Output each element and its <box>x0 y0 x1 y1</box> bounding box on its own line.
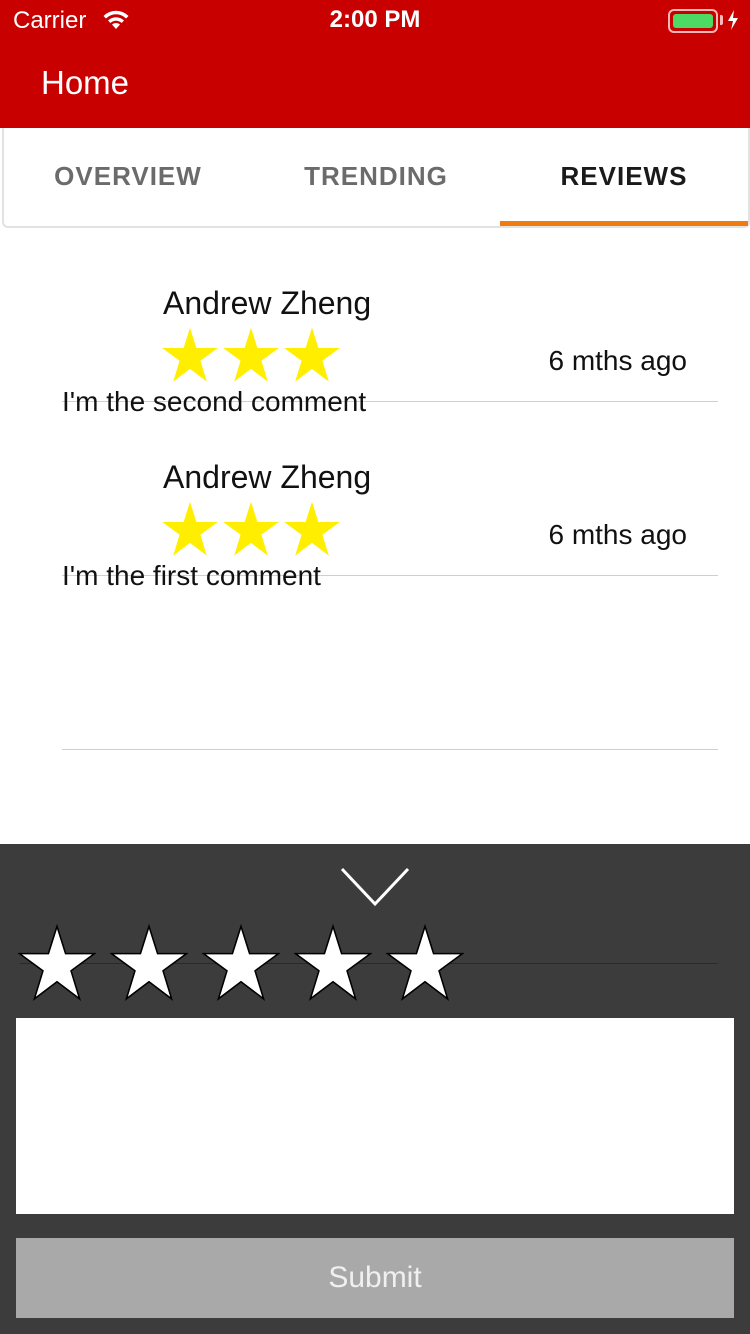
charging-bolt-icon <box>726 9 740 36</box>
review-time: 6 mths ago <box>548 519 687 550</box>
star-filled-icon <box>161 500 219 563</box>
star-filled-icon <box>161 326 219 389</box>
star-filled-icon <box>283 500 341 563</box>
review-rating <box>161 500 341 563</box>
tab-trending[interactable]: TRENDING <box>252 128 500 224</box>
star-filled-icon <box>222 326 280 389</box>
rating-star-icon[interactable] <box>293 923 373 1007</box>
status-time: 2:00 PM <box>329 6 421 33</box>
submit-button[interactable]: Submit <box>16 1238 734 1318</box>
comment-input[interactable] <box>16 1018 734 1214</box>
review-author: Andrew Zheng <box>163 459 372 495</box>
rating-input <box>17 923 465 1007</box>
review-item-empty <box>62 576 718 750</box>
battery-cap <box>720 15 723 25</box>
tab-overview[interactable]: OVERVIEW <box>4 128 252 224</box>
review-composer: Submit <box>0 844 750 1334</box>
rating-star-icon[interactable] <box>385 923 465 1007</box>
review-item: Andrew Zheng 6 mths ago I'm the first co… <box>62 402 718 591</box>
star-filled-icon <box>222 500 280 563</box>
review-author: Andrew Zheng <box>163 285 372 321</box>
rating-star-icon[interactable] <box>109 923 189 1007</box>
rating-star-icon[interactable] <box>201 923 281 1007</box>
status-bar: Carrier 2:00 PM <box>0 0 750 40</box>
rating-star-icon[interactable] <box>17 923 97 1007</box>
review-time: 6 mths ago <box>548 345 687 376</box>
battery-icon <box>668 9 718 33</box>
tab-reviews[interactable]: REVIEWS <box>500 128 748 226</box>
star-filled-icon <box>283 326 341 389</box>
review-item: Andrew Zheng 6 mths ago I'm the second c… <box>62 228 718 417</box>
review-rating <box>161 326 341 389</box>
chevron-down-icon[interactable] <box>339 866 411 910</box>
tab-bar: OVERVIEW TRENDING REVIEWS <box>2 128 750 228</box>
page-title: Home <box>41 64 130 101</box>
app-header: Carrier 2:00 PM Home <box>0 0 750 128</box>
reviews-list: Andrew Zheng 6 mths ago I'm the second c… <box>62 228 718 750</box>
